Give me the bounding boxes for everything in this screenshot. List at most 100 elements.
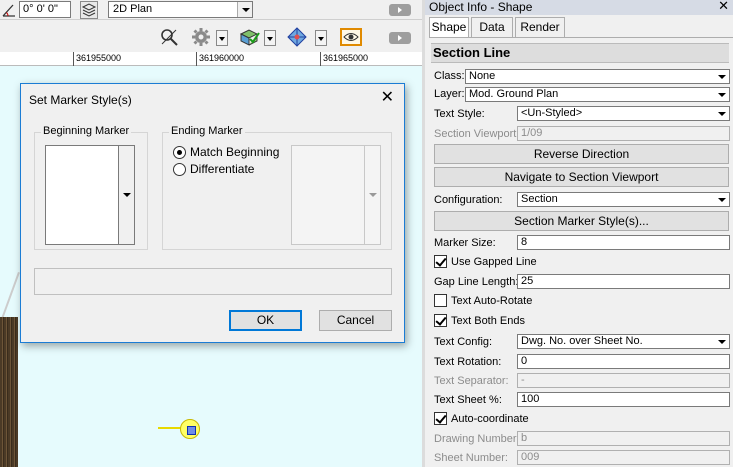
chevron-down-icon <box>364 146 380 244</box>
ending-marker-label: Ending Marker <box>169 125 245 137</box>
layers-icon[interactable] <box>80 1 98 19</box>
text-style-value: <Un-Styled> <box>521 107 583 119</box>
text-separator-label: Text Separator: <box>434 375 509 387</box>
layer-label: Layer: <box>434 88 465 100</box>
auto-coordinate-row[interactable]: Auto-coordinate <box>434 412 529 425</box>
close-icon[interactable]: ✕ <box>718 0 729 14</box>
ruler-label: 361965000 <box>323 53 369 63</box>
use-gapped-line-label: Use Gapped Line <box>451 255 537 268</box>
ruler-tick <box>196 52 197 66</box>
layer-select[interactable]: Mod. Ground Plan <box>465 87 730 102</box>
dialog-title: Set Marker Style(s) <box>29 93 132 107</box>
class-value: None <box>469 70 496 82</box>
ruler-tick <box>320 52 321 66</box>
beginning-marker-picker[interactable] <box>45 145 135 245</box>
flyover-tool-icon[interactable] <box>158 26 180 48</box>
radio-button-selected[interactable] <box>173 145 186 159</box>
use-gapped-line-row[interactable]: Use Gapped Line <box>434 255 537 268</box>
text-style-label: Text Style: <box>434 108 485 120</box>
text-config-select[interactable]: Dwg. No. over Sheet No. <box>517 334 730 349</box>
view-select-value: 2D Plan <box>113 3 153 15</box>
view-bar: 0° 0' 0" 2D Plan <box>0 0 422 20</box>
text-style-select[interactable]: <Un-Styled> <box>517 106 730 121</box>
object-type-heading: Section Line <box>431 43 729 63</box>
configuration-value: Section <box>521 193 558 205</box>
chevron-down-icon[interactable] <box>118 146 134 244</box>
tab-shape[interactable]: Shape <box>429 17 469 38</box>
tabs-divider <box>429 37 733 38</box>
sheet-number-field: 009 <box>517 450 730 465</box>
radio-differentiate[interactable]: Differentiate <box>173 161 254 177</box>
gear-icon[interactable] <box>190 26 212 48</box>
rotation-angle-field[interactable]: 0° 0' 0" <box>19 1 71 18</box>
set-marker-style-dialog: Set Marker Style(s) ✕ Beginning Marker E… <box>20 83 405 343</box>
section-viewport-field: 1/09 <box>517 126 730 141</box>
chevron-down-icon[interactable] <box>315 30 327 46</box>
chevron-down-icon[interactable] <box>216 30 228 46</box>
visibility-eye-icon[interactable] <box>340 28 362 46</box>
radio-match-label: Match Beginning <box>190 145 280 159</box>
ending-marker-picker <box>291 145 381 245</box>
ruler-tick <box>73 52 74 66</box>
text-config-label: Text Config: <box>434 336 493 348</box>
palette-title: Object Info - Shape <box>429 0 533 14</box>
configuration-select[interactable]: Section <box>517 192 730 207</box>
radio-match-beginning[interactable]: Match Beginning <box>173 144 279 160</box>
layer-value: Mod. Ground Plan <box>469 88 559 100</box>
palette-title-bar: Object Info - Shape ✕ <box>425 0 733 15</box>
chevron-down-icon <box>715 88 729 101</box>
tab-render[interactable]: Render <box>515 17 565 37</box>
tab-data[interactable]: Data <box>471 17 513 37</box>
drawing-number-field: b <box>517 431 730 446</box>
chevron-down-icon[interactable] <box>264 30 276 46</box>
beginning-marker-label: Beginning Marker <box>41 125 132 137</box>
chevron-down-icon <box>237 2 252 17</box>
checkbox[interactable] <box>434 294 447 307</box>
text-rotation-field[interactable]: 0 <box>517 354 730 369</box>
marker-size-field[interactable]: 8 <box>517 235 730 250</box>
render-mode-icon[interactable] <box>238 26 260 48</box>
drawing-number-label: Drawing Number: <box>434 433 520 445</box>
chevron-down-icon <box>715 193 729 206</box>
expand-arrow-icon[interactable] <box>389 32 411 44</box>
top-ruler: 361955000 361960000 361965000 <box>0 52 422 66</box>
text-sheet-label: Text Sheet %: <box>434 394 502 406</box>
text-separator-field: - <box>517 373 730 388</box>
close-icon[interactable]: ✕ <box>381 89 394 105</box>
beginning-marker-group: Beginning Marker <box>34 125 148 250</box>
navigate-viewport-button[interactable]: Navigate to Section Viewport <box>434 167 729 187</box>
auto-coordinate-label: Auto-coordinate <box>451 412 529 425</box>
snap-toolbar <box>0 20 422 52</box>
text-sheet-field[interactable]: 100 <box>517 392 730 407</box>
text-auto-rotate-row[interactable]: Text Auto-Rotate <box>434 294 532 307</box>
ending-marker-group: Ending Marker Match Beginning Differenti… <box>162 125 392 250</box>
class-label: Class: <box>434 70 465 82</box>
object-info-palette: Object Info - Shape ✕ Shape Data Render … <box>422 0 733 467</box>
chevron-down-icon <box>715 335 729 348</box>
section-marker-styles-button[interactable]: Section Marker Style(s)... <box>434 211 729 231</box>
reverse-direction-button[interactable]: Reverse Direction <box>434 144 729 164</box>
class-select[interactable]: None <box>465 69 730 84</box>
text-auto-rotate-label: Text Auto-Rotate <box>451 294 533 307</box>
wood-hatch-shape[interactable] <box>0 317 18 467</box>
chevron-down-icon <box>715 107 729 120</box>
projection-icon[interactable] <box>286 26 308 48</box>
gap-line-length-field[interactable]: 25 <box>517 274 730 289</box>
checkbox-checked[interactable] <box>434 412 447 425</box>
cancel-button[interactable]: Cancel <box>319 310 392 331</box>
ruler-label: 361960000 <box>199 53 245 63</box>
expand-arrow-icon[interactable] <box>389 4 411 16</box>
marker-size-label: Marker Size: <box>434 237 496 249</box>
checkbox-checked[interactable] <box>434 255 447 268</box>
chevron-down-icon <box>715 70 729 83</box>
radio-button[interactable] <box>173 162 186 176</box>
ok-button[interactable]: OK <box>229 310 302 331</box>
configuration-label: Configuration: <box>434 194 503 206</box>
gap-line-length-label: Gap Line Length: <box>434 276 519 288</box>
radio-differentiate-label: Differentiate <box>190 162 255 176</box>
text-both-ends-row[interactable]: Text Both Ends <box>434 314 525 327</box>
marker-preview-field <box>34 268 392 295</box>
section-line-handle[interactable] <box>180 419 200 439</box>
checkbox-checked[interactable] <box>434 314 447 327</box>
view-select[interactable]: 2D Plan <box>108 1 253 18</box>
